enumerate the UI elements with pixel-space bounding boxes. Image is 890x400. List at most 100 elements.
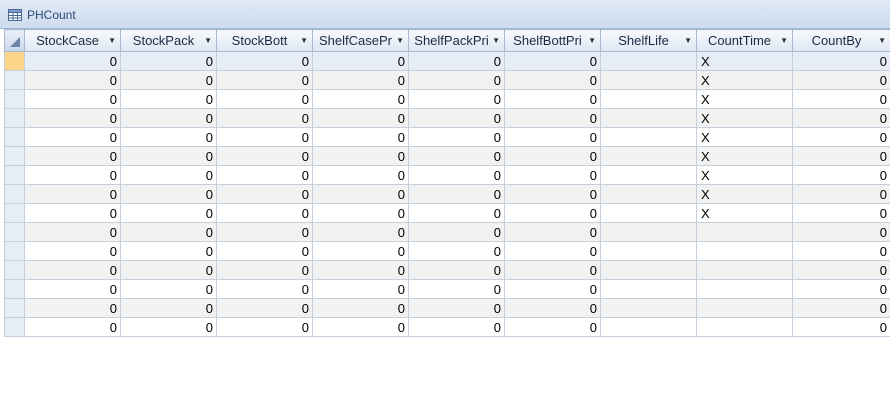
cell-shelfbottpri[interactable]: 0 — [504, 108, 601, 128]
cell-counttime[interactable]: X — [696, 108, 793, 128]
cell-stockbott[interactable]: 0 — [216, 317, 313, 337]
cell-shelfpackpri[interactable]: 0 — [408, 279, 505, 299]
cell-shelflife[interactable] — [600, 241, 697, 261]
cell-stockbott[interactable]: 0 — [216, 108, 313, 128]
cell-stockpack[interactable]: 0 — [120, 317, 217, 337]
cell-stockbott[interactable]: 0 — [216, 241, 313, 261]
cell-shelfbottpri[interactable]: 0 — [504, 260, 601, 280]
cell-stockcase[interactable]: 0 — [24, 108, 121, 128]
cell-countby[interactable]: 0 — [792, 146, 890, 166]
cell-stockcase[interactable]: 0 — [24, 89, 121, 109]
record-selector[interactable] — [4, 203, 25, 223]
cell-shelflife[interactable] — [600, 127, 697, 147]
cell-shelfbottpri[interactable]: 0 — [504, 222, 601, 242]
cell-stockpack[interactable]: 0 — [120, 51, 217, 71]
cell-stockcase[interactable]: 0 — [24, 298, 121, 318]
cell-countby[interactable]: 0 — [792, 184, 890, 204]
cell-shelfpackpri[interactable]: 0 — [408, 51, 505, 71]
record-selector[interactable] — [4, 165, 25, 185]
cell-shelfbottpri[interactable]: 0 — [504, 203, 601, 223]
column-header-stockpack[interactable]: StockPack ▼ — [120, 29, 217, 52]
cell-shelfcasepr[interactable]: 0 — [312, 70, 409, 90]
cell-shelflife[interactable] — [600, 165, 697, 185]
cell-stockbott[interactable]: 0 — [216, 146, 313, 166]
cell-shelfpackpri[interactable]: 0 — [408, 260, 505, 280]
filter-dropdown-icon[interactable]: ▼ — [202, 36, 212, 45]
table-row[interactable]: 0000000 — [4, 317, 890, 337]
column-header-countby[interactable]: CountBy ▼ — [792, 29, 890, 52]
cell-shelfbottpri[interactable]: 0 — [504, 51, 601, 71]
select-all-button[interactable] — [4, 29, 25, 52]
column-header-shelfbottpri[interactable]: ShelfBottPri ▼ — [504, 29, 601, 52]
cell-counttime[interactable]: X — [696, 146, 793, 166]
cell-shelflife[interactable] — [600, 89, 697, 109]
column-header-counttime[interactable]: CountTime ▼ — [696, 29, 793, 52]
record-selector[interactable] — [4, 260, 25, 280]
record-selector[interactable] — [4, 222, 25, 242]
cell-countby[interactable]: 0 — [792, 70, 890, 90]
cell-countby[interactable]: 0 — [792, 241, 890, 261]
cell-shelflife[interactable] — [600, 203, 697, 223]
cell-countby[interactable]: 0 — [792, 317, 890, 337]
record-selector[interactable] — [4, 279, 25, 299]
table-row[interactable]: 0000000 — [4, 260, 890, 280]
cell-counttime[interactable]: X — [696, 165, 793, 185]
cell-shelflife[interactable] — [600, 108, 697, 128]
cell-countby[interactable]: 0 — [792, 127, 890, 147]
cell-shelflife[interactable] — [600, 51, 697, 71]
cell-shelfbottpri[interactable]: 0 — [504, 146, 601, 166]
cell-countby[interactable]: 0 — [792, 203, 890, 223]
cell-stockbott[interactable]: 0 — [216, 260, 313, 280]
tab-phcount[interactable]: PHCount — [0, 0, 120, 29]
table-row[interactable]: 000000X0 — [4, 51, 890, 71]
cell-shelfbottpri[interactable]: 0 — [504, 241, 601, 261]
record-selector[interactable] — [4, 51, 25, 71]
cell-shelflife[interactable] — [600, 70, 697, 90]
cell-shelfcasepr[interactable]: 0 — [312, 127, 409, 147]
cell-counttime[interactable]: X — [696, 51, 793, 71]
table-row[interactable]: 0000000 — [4, 222, 890, 242]
cell-stockbott[interactable]: 0 — [216, 298, 313, 318]
cell-shelfpackpri[interactable]: 0 — [408, 70, 505, 90]
cell-stockbott[interactable]: 0 — [216, 51, 313, 71]
cell-shelfpackpri[interactable]: 0 — [408, 127, 505, 147]
filter-dropdown-icon[interactable]: ▼ — [682, 36, 692, 45]
cell-shelfcasepr[interactable]: 0 — [312, 222, 409, 242]
cell-shelfbottpri[interactable]: 0 — [504, 317, 601, 337]
cell-stockpack[interactable]: 0 — [120, 89, 217, 109]
table-row[interactable]: 0000000 — [4, 241, 890, 261]
cell-shelflife[interactable] — [600, 298, 697, 318]
cell-shelflife[interactable] — [600, 317, 697, 337]
cell-stockpack[interactable]: 0 — [120, 146, 217, 166]
cell-counttime[interactable]: X — [696, 127, 793, 147]
cell-stockpack[interactable]: 0 — [120, 127, 217, 147]
cell-stockcase[interactable]: 0 — [24, 222, 121, 242]
cell-shelflife[interactable] — [600, 260, 697, 280]
column-header-shelfpackpri[interactable]: ShelfPackPri ▼ — [408, 29, 505, 52]
cell-countby[interactable]: 0 — [792, 165, 890, 185]
cell-shelfbottpri[interactable]: 0 — [504, 279, 601, 299]
cell-shelfpackpri[interactable]: 0 — [408, 146, 505, 166]
cell-stockcase[interactable]: 0 — [24, 317, 121, 337]
table-row[interactable]: 0000000 — [4, 298, 890, 318]
cell-shelfcasepr[interactable]: 0 — [312, 203, 409, 223]
cell-stockcase[interactable]: 0 — [24, 165, 121, 185]
cell-stockpack[interactable]: 0 — [120, 222, 217, 242]
filter-dropdown-icon[interactable]: ▼ — [586, 36, 596, 45]
cell-counttime[interactable] — [696, 298, 793, 318]
cell-shelflife[interactable] — [600, 222, 697, 242]
cell-shelfpackpri[interactable]: 0 — [408, 222, 505, 242]
cell-stockpack[interactable]: 0 — [120, 108, 217, 128]
column-header-shelflife[interactable]: ShelfLife ▼ — [600, 29, 697, 52]
cell-counttime[interactable] — [696, 317, 793, 337]
record-selector[interactable] — [4, 89, 25, 109]
filter-dropdown-icon[interactable]: ▼ — [876, 36, 886, 45]
cell-stockbott[interactable]: 0 — [216, 89, 313, 109]
table-row[interactable]: 000000X0 — [4, 89, 890, 109]
cell-counttime[interactable]: X — [696, 184, 793, 204]
cell-counttime[interactable]: X — [696, 70, 793, 90]
table-row[interactable]: 000000X0 — [4, 108, 890, 128]
cell-stockbott[interactable]: 0 — [216, 203, 313, 223]
record-selector[interactable] — [4, 317, 25, 337]
cell-stockbott[interactable]: 0 — [216, 70, 313, 90]
